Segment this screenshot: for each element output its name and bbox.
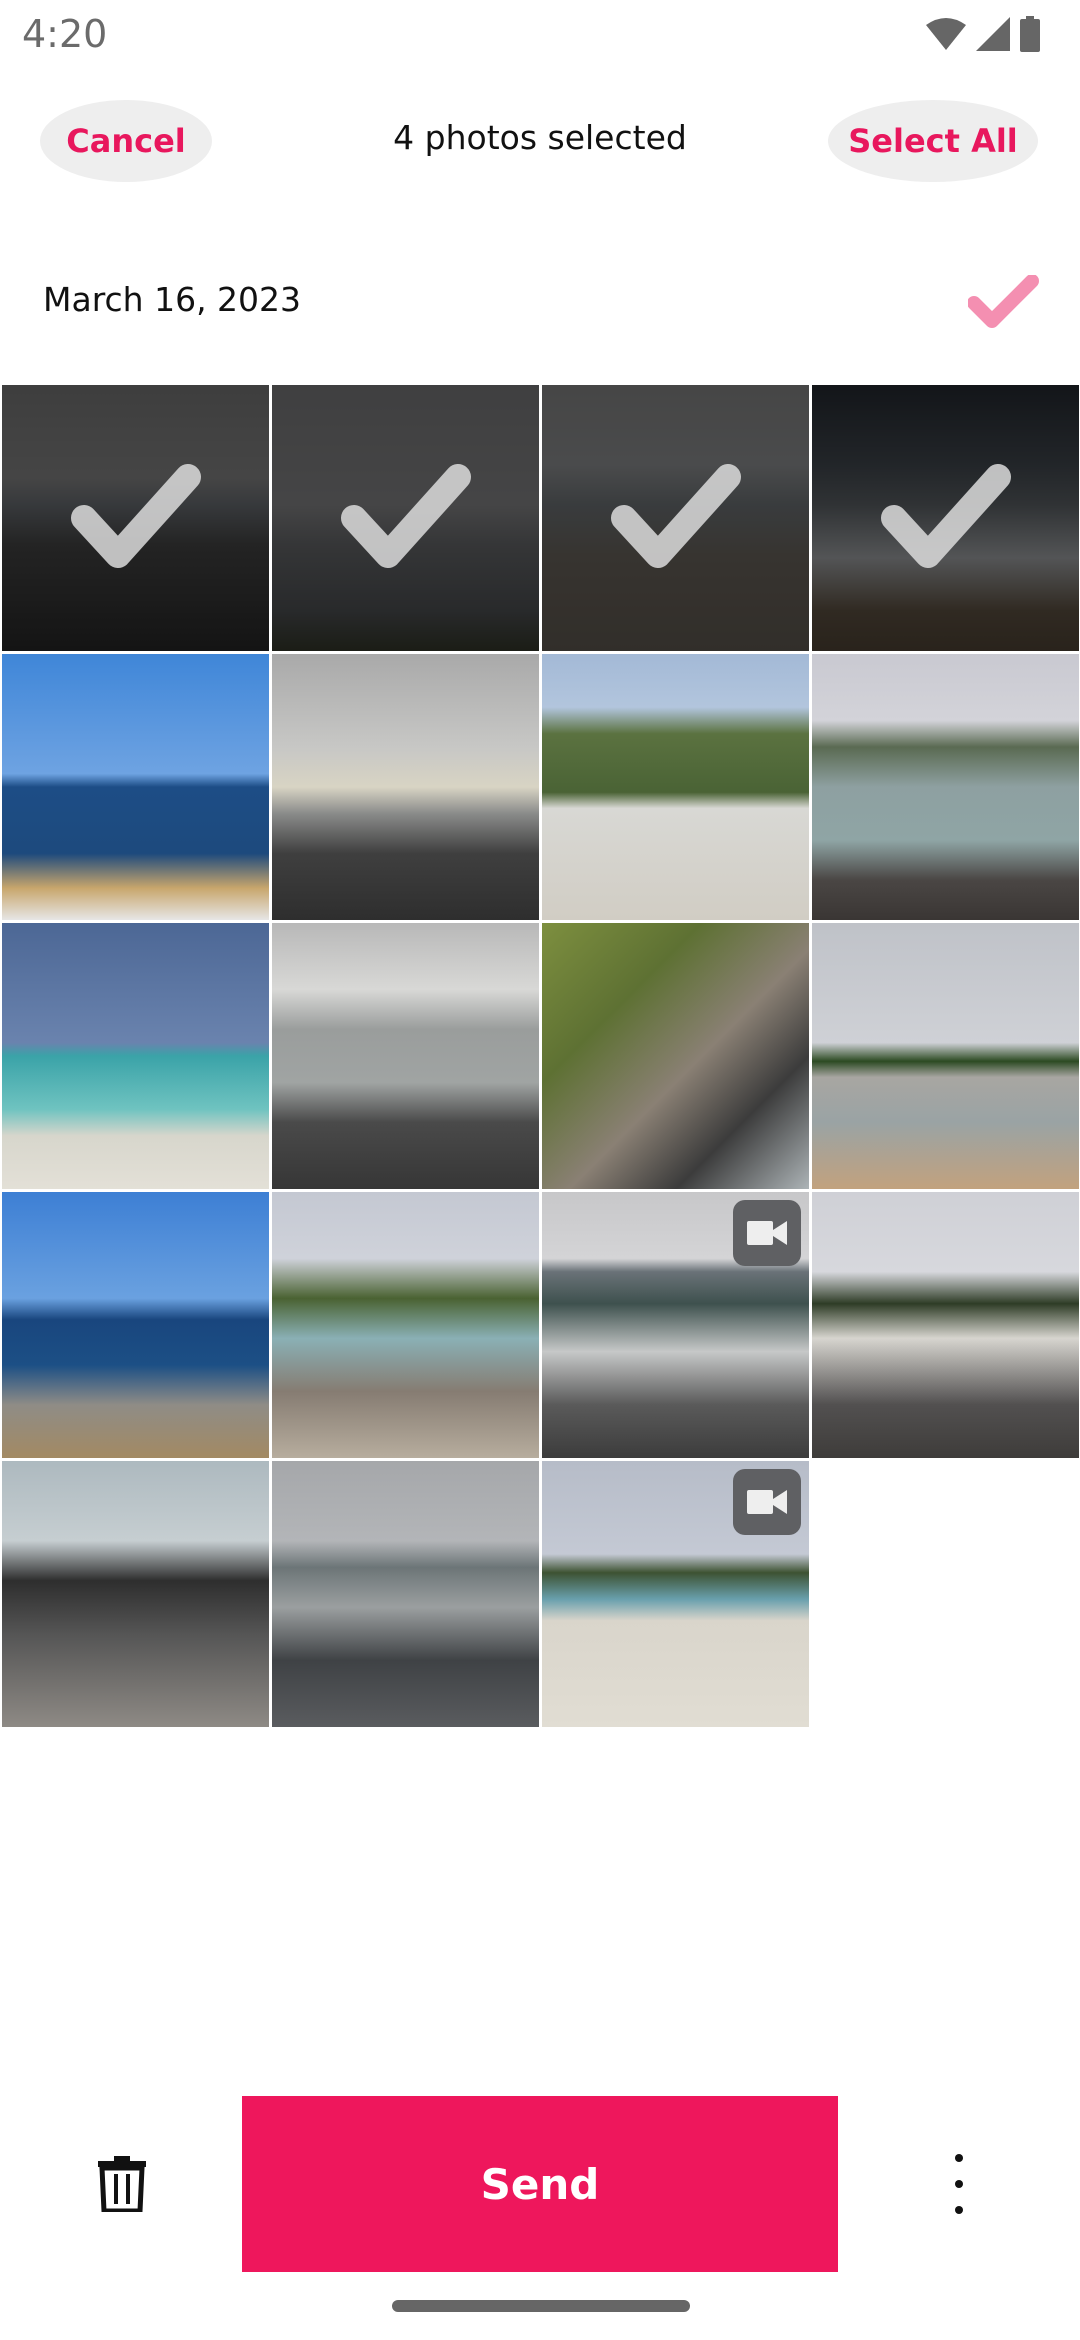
- photo-tile[interactable]: [542, 385, 809, 651]
- more-options-icon[interactable]: [944, 2154, 974, 2214]
- selected-checkmark-icon: [610, 464, 741, 568]
- status-time: 4:20: [22, 12, 108, 56]
- video-tile[interactable]: [542, 1192, 809, 1458]
- selected-overlay: [272, 385, 539, 651]
- selected-checkmark-icon: [70, 464, 201, 568]
- send-button[interactable]: Send: [242, 2096, 838, 2272]
- photo-tile[interactable]: [272, 654, 539, 920]
- photo-tile[interactable]: [542, 923, 809, 1189]
- selected-overlay: [812, 385, 1079, 651]
- selected-overlay: [2, 385, 269, 651]
- video-camera-icon: [733, 1200, 801, 1266]
- select-date-checkmark-icon[interactable]: [968, 275, 1040, 331]
- photo-tile[interactable]: [2, 923, 269, 1189]
- dot: [955, 2180, 963, 2188]
- photo-tile[interactable]: [272, 923, 539, 1189]
- status-bar: 4:20: [0, 0, 1080, 66]
- selection-header: Cancel 4 photos selected Select All: [0, 100, 1080, 184]
- photo-tile[interactable]: [2, 654, 269, 920]
- photo-tile[interactable]: [272, 1192, 539, 1458]
- photo-tile[interactable]: [2, 385, 269, 651]
- trash-icon[interactable]: [96, 2156, 148, 2212]
- photo-tile[interactable]: [812, 923, 1079, 1189]
- selected-checkmark-icon: [340, 464, 471, 568]
- battery-icon: [1020, 16, 1040, 52]
- photo-tile[interactable]: [272, 385, 539, 651]
- section-date: March 16, 2023: [43, 280, 302, 319]
- select-all-button[interactable]: Select All: [828, 100, 1038, 182]
- wifi-icon: [926, 18, 966, 50]
- photo-tile[interactable]: [2, 1461, 269, 1727]
- photo-tile[interactable]: [812, 654, 1079, 920]
- photo-grid: [2, 385, 1080, 1727]
- photo-tile[interactable]: [542, 654, 809, 920]
- date-section-header: March 16, 2023: [0, 270, 1080, 336]
- dot: [955, 2154, 963, 2162]
- video-tile[interactable]: [542, 1461, 809, 1727]
- photo-tile[interactable]: [812, 1192, 1079, 1458]
- dot: [955, 2206, 963, 2214]
- selected-overlay: [542, 385, 809, 651]
- bottom-action-bar: Send: [0, 2096, 1080, 2274]
- gesture-nav-handle[interactable]: [392, 2300, 690, 2312]
- signal-icon: [976, 17, 1010, 51]
- photo-tile[interactable]: [2, 1192, 269, 1458]
- video-camera-icon: [733, 1469, 801, 1535]
- photo-tile[interactable]: [272, 1461, 539, 1727]
- status-icons: [926, 16, 1040, 52]
- photo-tile[interactable]: [812, 385, 1079, 651]
- selected-checkmark-icon: [880, 464, 1011, 568]
